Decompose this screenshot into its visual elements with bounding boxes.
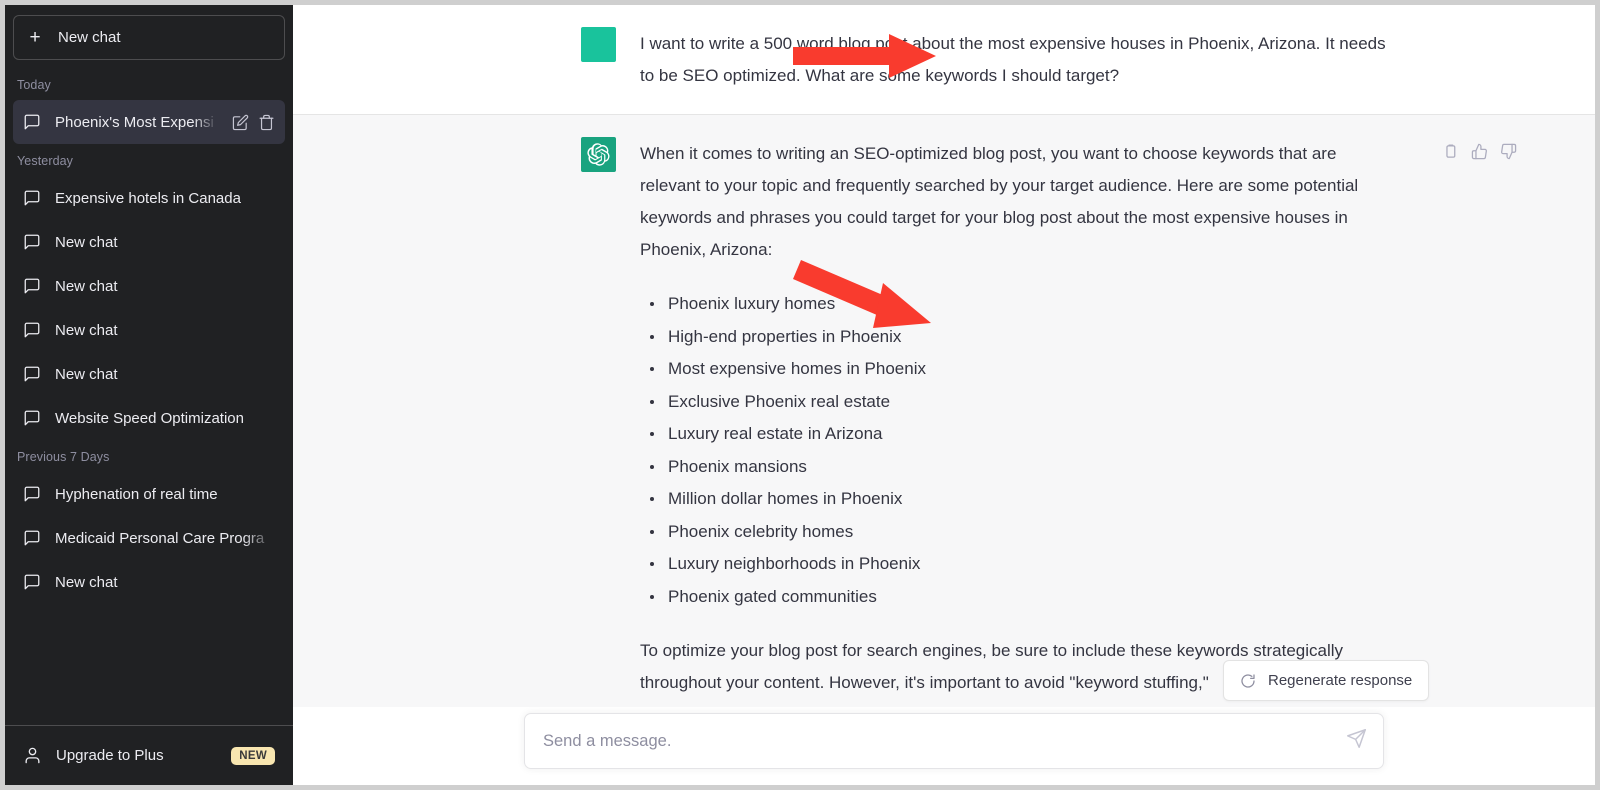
new-chat-section: + New chat [5, 5, 293, 68]
chat-bubble-icon [23, 277, 41, 295]
chat-history-item-label: Medicaid Personal Care Progra [55, 529, 265, 547]
assistant-message-body: When it comes to writing an SEO-optimize… [640, 137, 1400, 699]
keyword-list-item: Million dollar homes in Phoenix [640, 483, 1400, 516]
chat-history-item[interactable]: Hyphenation of real time [13, 472, 285, 516]
history-group-label: Previous 7 Days [17, 450, 110, 464]
sidebar: + New chat Today Phoenix's Most Expensi Ye… [5, 5, 293, 785]
message-input[interactable] [541, 731, 1338, 751]
user-message-text: I want to write a 500 word blog post abo… [640, 34, 1386, 85]
chatgpt-window: + New chat Today Phoenix's Most Expensi Ye… [0, 0, 1600, 790]
keyword-list-item: Luxury neighborhoods in Phoenix [640, 548, 1400, 581]
chat-bubble-icon [23, 321, 41, 339]
chat-history-item-label: New chat [55, 573, 118, 591]
chat-bubble-icon [23, 113, 41, 131]
keyword-list: Phoenix luxury homes High-end properties … [640, 288, 1400, 613]
assistant-paragraph-1: When it comes to writing an SEO-optimize… [640, 144, 1359, 259]
chat-history-item-label: Website Speed Optimization [55, 409, 244, 427]
chat-bubble-icon [23, 233, 41, 251]
history-group-label: Today [17, 78, 51, 92]
composer-area [293, 707, 1595, 785]
person-icon [23, 746, 42, 765]
new-chat-label: New chat [58, 29, 121, 46]
chat-history-item-label: New chat [55, 321, 118, 339]
chat-history-list[interactable]: Today Phoenix's Most Expensi Yesterday Expe… [5, 68, 293, 725]
assistant-avatar [581, 137, 616, 172]
keyword-list-item: Exclusive Phoenix real estate [640, 386, 1400, 419]
assistant-message-block: When it comes to writing an SEO-optimize… [293, 114, 1595, 721]
keyword-list-item: High-end properties in Phoenix [640, 321, 1400, 354]
paper-plane-icon[interactable] [1338, 728, 1367, 754]
new-badge: NEW [231, 746, 275, 765]
keyword-list-item: Phoenix mansions [640, 451, 1400, 484]
upgrade-to-plus-button[interactable]: Upgrade to Plus NEW [13, 734, 285, 777]
chat-bubble-icon [23, 409, 41, 427]
keyword-list-item: Phoenix luxury homes [640, 288, 1400, 321]
trash-icon[interactable] [258, 114, 275, 131]
keyword-list-item: Phoenix celebrity homes [640, 516, 1400, 549]
chat-history-item[interactable]: Website Speed Optimization [13, 396, 285, 440]
chat-history-item-label: New chat [55, 365, 118, 383]
chat-history-item-label: Phoenix's Most Expensi [55, 113, 214, 131]
chat-history-item-label: New chat [55, 233, 118, 251]
history-group-label: Yesterday [17, 154, 74, 168]
chat-history-item[interactable]: New chat [13, 308, 285, 352]
thumbs-up-icon[interactable] [1471, 143, 1488, 160]
thumbs-down-icon[interactable] [1500, 143, 1517, 160]
sidebar-footer: Upgrade to Plus NEW [5, 725, 293, 785]
chat-history-item[interactable]: Medicaid Personal Care Progra [13, 516, 285, 560]
edit-icon[interactable] [232, 114, 249, 131]
chat-bubble-icon [23, 529, 41, 547]
chat-history-item[interactable]: New chat [13, 560, 285, 604]
chat-history-item[interactable]: New chat [13, 352, 285, 396]
chat-history-item-label: Expensive hotels in Canada [55, 189, 241, 207]
keyword-list-item: Luxury real estate in Arizona [640, 418, 1400, 451]
chat-history-item[interactable]: Expensive hotels in Canada [13, 176, 285, 220]
copy-icon[interactable] [1442, 143, 1459, 160]
new-chat-button[interactable]: + New chat [13, 15, 285, 60]
chat-bubble-icon [23, 485, 41, 503]
regenerate-response-button[interactable]: Regenerate response [1223, 660, 1430, 701]
chat-bubble-icon [23, 573, 41, 591]
user-avatar [581, 27, 616, 62]
conversation-panel: I want to write a 500 word blog post abo… [293, 5, 1595, 785]
chat-history-item[interactable]: New chat [13, 264, 285, 308]
openai-logo-icon [587, 143, 610, 166]
chat-bubble-icon [23, 365, 41, 383]
composer[interactable] [524, 713, 1384, 769]
keyword-list-item: Phoenix gated communities [640, 581, 1400, 614]
regenerate-label: Regenerate response [1268, 672, 1413, 689]
chat-history-item[interactable]: New chat [13, 220, 285, 264]
chat-history-item-label: New chat [55, 277, 118, 295]
chat-history-item-active[interactable]: Phoenix's Most Expensi [13, 100, 285, 144]
plus-icon: + [29, 27, 41, 48]
message-actions [1442, 143, 1517, 160]
upgrade-label: Upgrade to Plus [56, 747, 164, 764]
refresh-icon [1240, 673, 1256, 689]
keyword-list-item: Most expensive homes in Phoenix [640, 353, 1400, 386]
chat-history-item-label: Hyphenation of real time [55, 485, 218, 503]
chat-item-actions [232, 114, 275, 131]
chat-bubble-icon [23, 189, 41, 207]
user-message-block: I want to write a 500 word blog post abo… [293, 5, 1595, 114]
